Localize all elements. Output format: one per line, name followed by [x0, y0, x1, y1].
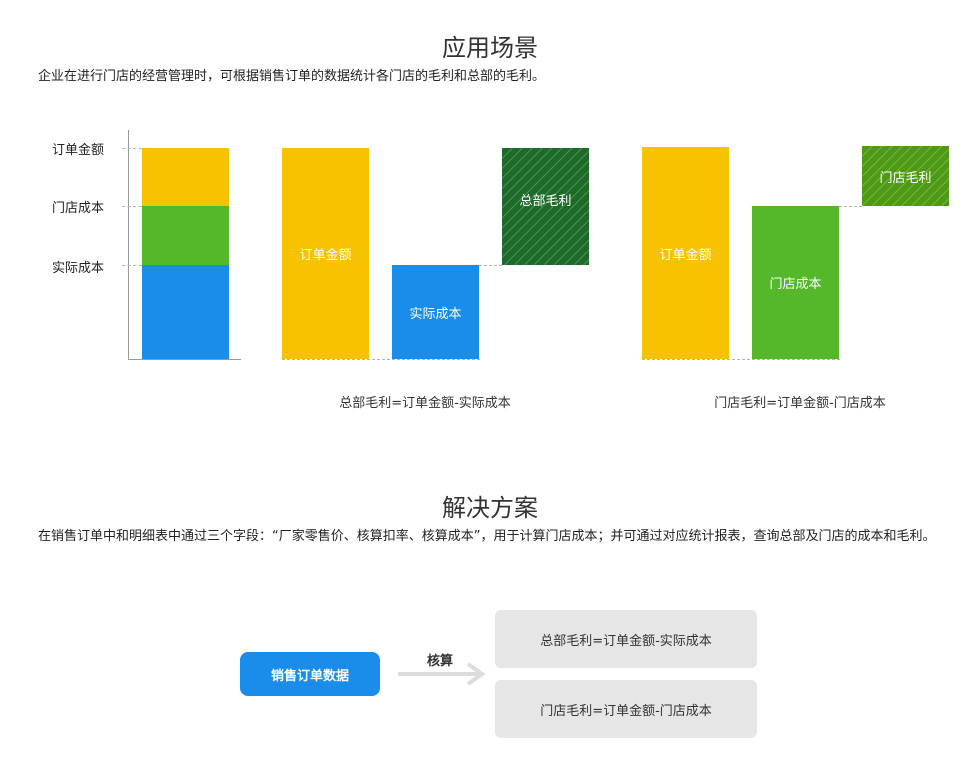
tick-order-amount	[122, 148, 142, 149]
bar-store-cost: 门店成本	[752, 206, 839, 359]
tick-actual-cost	[122, 265, 142, 266]
section-title-scenario: 应用场景	[442, 34, 538, 62]
connector-store-cost	[839, 206, 862, 207]
bar-label: 门店毛利	[879, 170, 932, 186]
stacked-bar-actual-cost-segment	[142, 265, 229, 359]
bar-label: 总部毛利	[519, 194, 572, 209]
flow-arrow-icon	[398, 662, 486, 686]
bar-actual-cost: 实际成本	[392, 265, 479, 359]
node-label: 销售订单数据	[270, 668, 349, 684]
axis-label-actual-cost: 实际成本	[51, 261, 104, 276]
bar-label: 订单金额	[659, 247, 712, 263]
bar-order-amount-hq: 订单金额	[282, 148, 369, 359]
result-label: 门店毛利=订单金额-门店成本	[540, 703, 712, 719]
tick-store-cost	[122, 206, 142, 207]
sales-order-data-node: 销售订单数据	[240, 652, 380, 696]
bar-order-amount-store: 订单金额	[642, 147, 729, 359]
bar-label: 门店成本	[769, 277, 822, 292]
connector-actual-cost	[479, 265, 502, 266]
scenario-description: 企业在进行门店的经营管理时，可根据销售订单的数据统计各门店的毛利和总部的毛利。	[38, 69, 546, 84]
bar-label: 实际成本	[409, 306, 462, 322]
axis-label-store-cost: 门店成本	[51, 201, 104, 216]
result-label: 总部毛利=订单金额-实际成本	[540, 633, 712, 649]
baseline-hq-group	[282, 359, 480, 360]
result-store-margin-box: 门店毛利=订单金额-门店成本	[495, 680, 757, 738]
section-title-solution: 解决方案	[442, 494, 538, 522]
solution-description: 在销售订单中和明细表中通过三个字段：“厂家零售价、核算扣率、核算成本”，用于计算…	[38, 529, 936, 544]
result-hq-margin-box: 总部毛利=订单金额-实际成本	[495, 610, 757, 668]
caption-store-margin: 门店毛利=订单金额-门店成本	[714, 396, 886, 411]
stacked-bar-markup-segment	[142, 206, 229, 265]
x-axis-line	[128, 359, 241, 360]
stacked-bar-store-margin-segment	[142, 148, 229, 206]
baseline-store-group	[642, 359, 840, 360]
caption-hq-margin: 总部毛利=订单金额-实际成本	[339, 396, 511, 411]
bar-label: 订单金额	[299, 248, 352, 263]
bar-store-margin: 门店毛利	[862, 146, 949, 206]
axis-label-order-amount: 订单金额	[51, 143, 104, 158]
y-axis-line	[128, 130, 129, 360]
bar-hq-margin: 总部毛利	[502, 148, 589, 265]
